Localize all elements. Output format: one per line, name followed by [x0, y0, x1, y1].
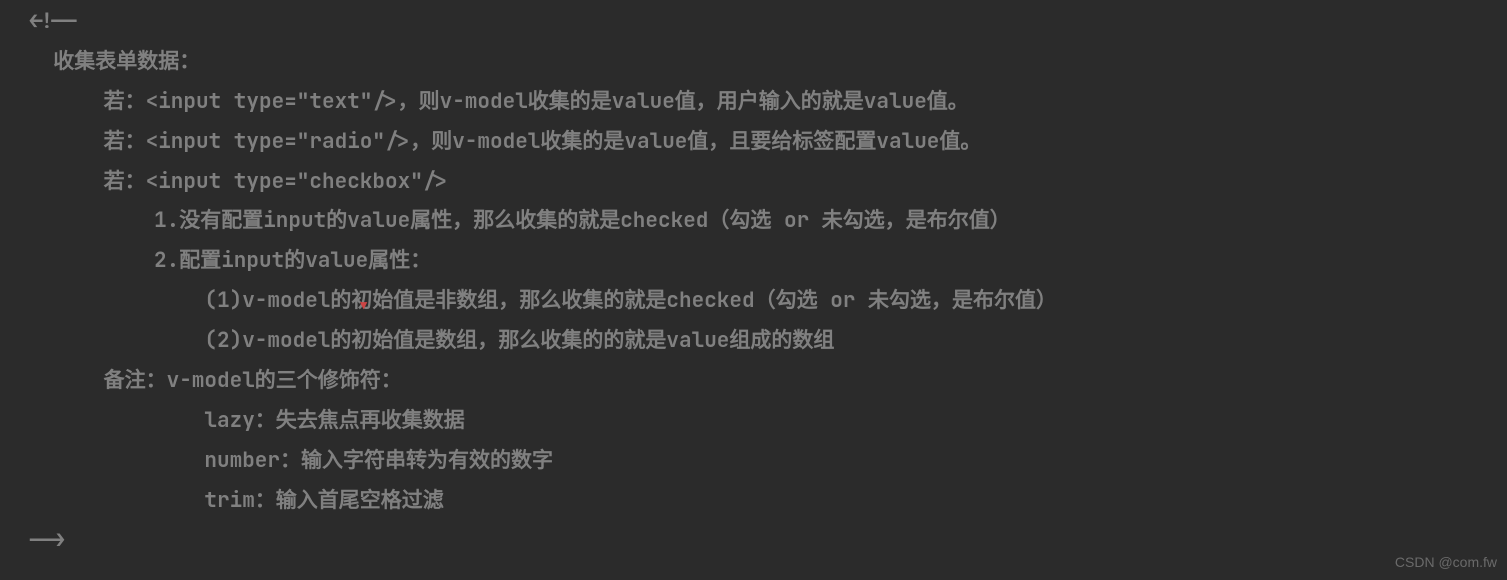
code-line: 2.配置input的value属性：	[28, 241, 1507, 281]
code-line: (1)v-model的初始值是非数组，那么收集的就是checked（勾选 or …	[28, 281, 1507, 321]
cursor-indicator-icon: ▼	[360, 295, 367, 318]
code-line: 若：<input type="text"/>，则v-model收集的是value…	[28, 82, 1507, 122]
code-line: -->	[28, 521, 1507, 561]
code-line: <!--	[28, 2, 1507, 42]
code-line: trim：输入首尾空格过滤	[28, 481, 1507, 521]
code-editor-content[interactable]: <!-- 收集表单数据： 若：<input type="text"/>，则v-m…	[28, 2, 1507, 560]
code-line: number：输入字符串转为有效的数字	[28, 441, 1507, 481]
code-line: lazy：失去焦点再收集数据	[28, 401, 1507, 441]
code-line: (2)v-model的初始值是数组，那么收集的的就是value组成的数组	[28, 321, 1507, 361]
code-line: 1.没有配置input的value属性，那么收集的就是checked（勾选 or…	[28, 201, 1507, 241]
code-line: 若：<input type="checkbox"/>	[28, 162, 1507, 202]
code-line: 备注：v-model的三个修饰符：	[28, 361, 1507, 401]
code-line: 若：<input type="radio"/>，则v-model收集的是valu…	[28, 122, 1507, 162]
watermark-text: CSDN @com.fw	[1395, 549, 1497, 576]
code-line: 收集表单数据：	[28, 42, 1507, 82]
